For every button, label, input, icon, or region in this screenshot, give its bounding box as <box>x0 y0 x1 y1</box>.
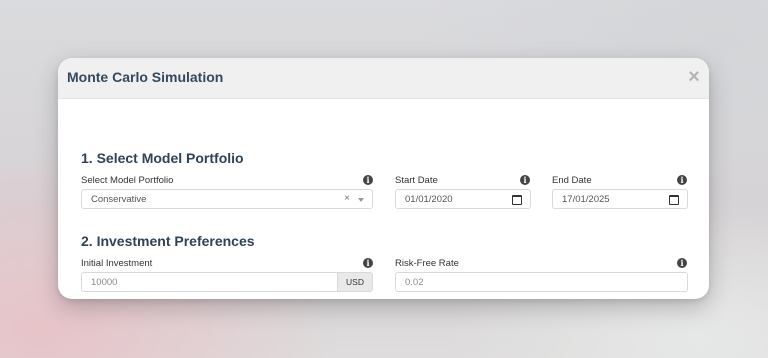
chevron-down-icon[interactable] <box>358 198 364 202</box>
calendar-icon[interactable] <box>512 195 522 205</box>
initial-investment-input[interactable]: 10000 USD <box>81 272 373 292</box>
currency-addon: USD <box>337 273 372 291</box>
section-title-investment-preferences: 2. Investment Preferences <box>81 233 255 249</box>
modal-title: Monte Carlo Simulation <box>67 69 224 85</box>
end-date-value: 17/01/2025 <box>562 194 610 205</box>
risk-free-rate-input[interactable]: 0.02 <box>395 272 688 292</box>
info-icon[interactable]: i <box>363 258 373 268</box>
risk-free-rate-value: 0.02 <box>405 277 424 288</box>
model-portfolio-value: Conservative <box>91 194 147 205</box>
start-date-value: 01/01/2020 <box>405 194 453 205</box>
clear-icon[interactable]: × <box>344 193 350 204</box>
model-portfolio-label: Select Model Portfolio <box>81 175 174 186</box>
initial-investment-value: 10000 <box>91 277 118 288</box>
info-icon[interactable]: i <box>677 258 687 268</box>
initial-investment-label: Initial Investment <box>81 258 153 269</box>
end-date-input[interactable]: 17/01/2025 <box>552 189 688 209</box>
model-portfolio-select[interactable]: Conservative × <box>81 189 373 209</box>
modal-header: Monte Carlo Simulation × <box>58 58 709 99</box>
section-title-model-portfolio: 1. Select Model Portfolio <box>81 150 244 166</box>
info-icon[interactable]: i <box>520 175 530 185</box>
calendar-icon[interactable] <box>669 195 679 205</box>
end-date-label: End Date <box>552 175 592 186</box>
info-icon[interactable]: i <box>363 175 373 185</box>
start-date-label: Start Date <box>395 175 438 186</box>
risk-free-rate-label: Risk-Free Rate <box>395 258 459 269</box>
monte-carlo-modal: Monte Carlo Simulation × 1. Select Model… <box>58 58 709 299</box>
start-date-input[interactable]: 01/01/2020 <box>395 189 531 209</box>
info-icon[interactable]: i <box>677 175 687 185</box>
close-icon[interactable]: × <box>685 66 703 88</box>
